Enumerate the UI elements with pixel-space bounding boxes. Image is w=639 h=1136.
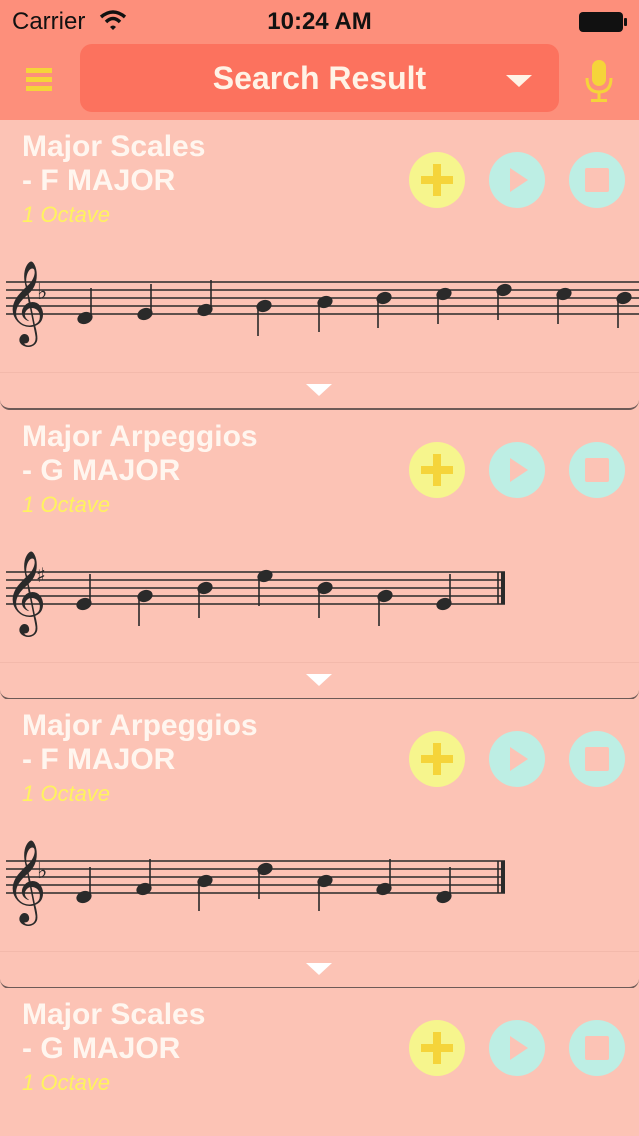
stop-icon — [585, 168, 609, 192]
status-bar: Carrier 10:24 AM — [0, 0, 639, 44]
stop-button[interactable] — [569, 152, 625, 208]
sheet-music-staff: 𝄞 ♭ — [4, 838, 505, 926]
divider — [0, 951, 639, 952]
stop-icon — [585, 1036, 609, 1060]
plus-icon — [421, 1032, 453, 1064]
expand-chevron-icon[interactable] — [304, 382, 334, 398]
title-dropdown[interactable]: Search Result — [80, 44, 559, 112]
expand-chevron-icon[interactable] — [304, 672, 334, 688]
flat-sign-icon: ♭ — [37, 280, 47, 305]
play-button[interactable] — [489, 1020, 545, 1076]
stop-button[interactable] — [569, 442, 625, 498]
result-card[interactable]: Major Arpeggios - G MAJOR 1 Octave 𝄞 ♯ — [0, 410, 639, 700]
divider — [0, 662, 639, 663]
result-card[interactable]: Major Scales - F MAJOR 1 Octave 𝄞 ♭ — [0, 120, 639, 410]
battery-icon — [579, 12, 627, 32]
stop-button[interactable] — [569, 731, 625, 787]
expand-chevron-icon[interactable] — [304, 961, 334, 977]
microphone-icon[interactable] — [583, 58, 615, 104]
page-title: Search Result — [212, 60, 427, 96]
play-icon — [510, 458, 528, 482]
play-icon — [510, 747, 528, 771]
play-icon — [510, 1036, 528, 1060]
result-card[interactable]: Major Arpeggios - F MAJOR 1 Octave 𝄞 ♭ — [0, 699, 639, 989]
app-header: Carrier 10:24 AM Search Result — [0, 0, 639, 120]
card-octave: 1 Octave — [22, 1070, 111, 1095]
card-octave: 1 Octave — [22, 781, 111, 806]
card-category: Major Arpeggios — [22, 709, 258, 742]
add-button[interactable] — [409, 152, 465, 208]
play-button[interactable] — [489, 152, 545, 208]
card-category: Major Scales — [22, 998, 206, 1031]
status-time: 10:24 AM — [267, 8, 372, 35]
play-button[interactable] — [489, 442, 545, 498]
stop-icon — [585, 458, 609, 482]
card-key: - F MAJOR — [22, 743, 176, 776]
plus-icon — [421, 743, 453, 775]
card-title: Major Arpeggios - F MAJOR — [22, 709, 258, 777]
card-key: - G MAJOR — [22, 454, 181, 487]
card-category: Major Arpeggios — [22, 420, 258, 453]
flat-sign-icon: ♭ — [37, 859, 47, 884]
card-category: Major Scales — [22, 130, 206, 163]
sheet-music-staff: 𝄞 ♭ — [4, 259, 639, 347]
card-title: Major Scales - F MAJOR — [22, 130, 205, 198]
play-button[interactable] — [489, 731, 545, 787]
plus-icon — [421, 164, 453, 196]
add-button[interactable] — [409, 731, 465, 787]
sheet-music-staff: 𝄞 ♯ — [4, 549, 505, 637]
play-icon — [510, 168, 528, 192]
add-button[interactable] — [409, 442, 465, 498]
result-card[interactable]: Major Scales - G MAJOR 1 Octave — [0, 988, 639, 1136]
stop-button[interactable] — [569, 1020, 625, 1076]
plus-icon — [421, 454, 453, 486]
hamburger-menu-icon[interactable] — [24, 66, 54, 94]
card-title: Major Arpeggios - G MAJOR — [22, 420, 258, 488]
card-octave: 1 Octave — [22, 492, 111, 517]
card-key: - F MAJOR — [22, 164, 176, 197]
sharp-sign-icon: ♯ — [36, 563, 46, 587]
add-button[interactable] — [409, 1020, 465, 1076]
stop-icon — [585, 747, 609, 771]
chevron-down-icon — [506, 75, 532, 87]
card-octave: 1 Octave — [22, 202, 111, 227]
card-title: Major Scales - G MAJOR — [22, 998, 205, 1066]
card-key: - G MAJOR — [22, 1032, 181, 1065]
divider — [0, 372, 639, 373]
